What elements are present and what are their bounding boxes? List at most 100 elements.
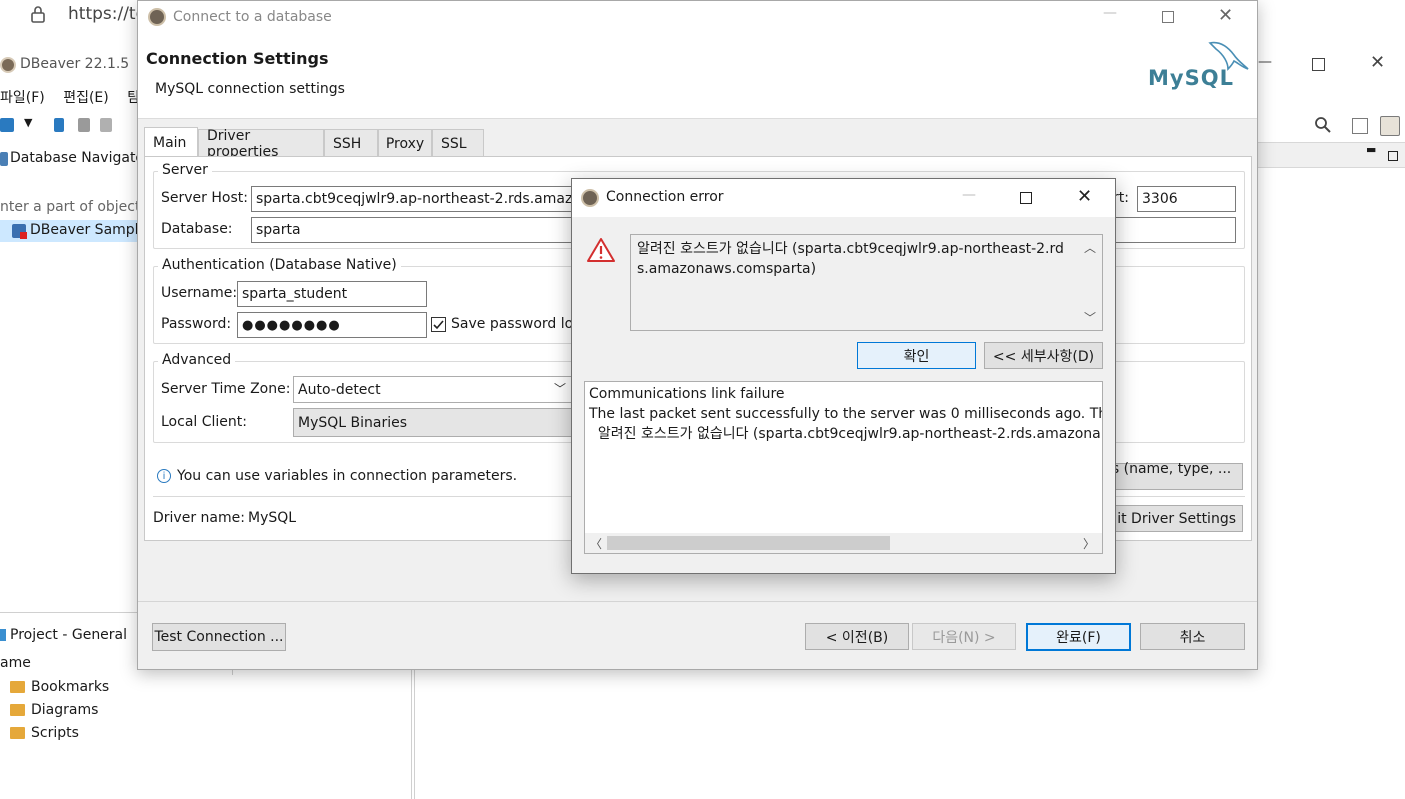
conn-dialog-title: Connect to a database	[173, 9, 332, 25]
tab-main-label: Main	[153, 134, 187, 151]
cancel-button[interactable]: 취소	[1140, 623, 1245, 650]
scroll-up-icon[interactable]: ︿	[1084, 239, 1096, 256]
warning-icon	[586, 237, 616, 263]
conn-header-title: Connection Settings	[146, 49, 329, 68]
conn-header-subtitle: MySQL connection settings	[155, 81, 345, 97]
conn-header-banner: Connection Settings MySQL connection set…	[138, 33, 1257, 119]
scroll-down-icon[interactable]: ﹀	[1084, 309, 1096, 326]
driver-details-button[interactable]: ls (name, type, ... )	[1107, 461, 1243, 493]
auth-group-title: Authentication (Database Native)	[158, 257, 401, 273]
dbeaver-toolbar: ▼	[0, 112, 140, 140]
disconnect-icon[interactable]	[78, 118, 90, 132]
err-minimize-icon[interactable]: —	[962, 187, 976, 203]
password-input[interactable]: ●●●●●●●●	[237, 312, 427, 338]
finish-button[interactable]: 완료(F)	[1026, 623, 1131, 651]
password-label: Password:	[161, 316, 232, 332]
menu-file[interactable]: 파일(F)	[0, 90, 45, 106]
error-overlay-icon	[20, 232, 27, 239]
variables-info-text: You can use variables in connection para…	[177, 468, 518, 484]
conn-minimize-icon[interactable]: —	[1103, 5, 1117, 21]
scroll-right-icon[interactable]: 〉	[1083, 535, 1095, 552]
err-close-icon[interactable]: ✕	[1077, 186, 1092, 207]
database-input-tail[interactable]	[1107, 217, 1236, 243]
perspective-icon[interactable]	[1352, 118, 1368, 134]
driver-name-value: MySQL	[248, 510, 297, 526]
dbeaver-maximize-icon[interactable]	[1312, 58, 1325, 71]
conn-maximize-icon[interactable]	[1162, 11, 1174, 23]
minimize-pane-icon[interactable]: ▬	[1366, 143, 1376, 156]
server-group-title: Server	[158, 162, 212, 178]
scripts-folder-icon	[10, 727, 25, 739]
project-panel-title[interactable]: Project - General	[10, 627, 127, 643]
timezone-select[interactable]: Auto-detect ﹀	[293, 376, 573, 403]
project-item-bookmarks[interactable]: Bookmarks	[31, 679, 109, 695]
conn-tab-strip: Main Driver properties SSH Proxy SSL	[144, 127, 1252, 160]
connection-error-dialog: Connection error — ✕ 알려진 호스트가 없습니다 (spar…	[571, 178, 1116, 574]
err-title-bar: Connection error — ✕	[572, 179, 1115, 217]
tab-driver-properties[interactable]: Driver properties	[198, 128, 324, 160]
edit-driver-settings-button[interactable]: dit Driver Settings	[1107, 505, 1243, 532]
err-dialog-title: Connection error	[606, 189, 724, 205]
ok-button[interactable]: 확인	[857, 342, 976, 369]
error-message-text: 알려진 호스트가 없습니다 (sparta.cbt9ceqjwlr9.ap-no…	[637, 241, 1064, 277]
menu-edit[interactable]: 편집(E)	[63, 90, 109, 106]
scroll-left-icon[interactable]: 〈	[590, 535, 602, 552]
connect-icon[interactable]	[54, 118, 64, 132]
database-label: Database:	[161, 221, 233, 237]
dbeaver-perspective-icon[interactable]	[1380, 116, 1400, 136]
maximize-pane-icon[interactable]	[1388, 151, 1398, 161]
horizontal-scrollbar[interactable]: 〈 〉	[585, 533, 1102, 553]
project-icon	[0, 629, 6, 641]
project-name-column[interactable]: ame	[0, 655, 31, 671]
port-input[interactable]: 3306	[1137, 186, 1236, 212]
dbeaver-close-icon[interactable]: ✕	[1370, 52, 1385, 73]
tab-proxy-label: Proxy	[385, 135, 425, 152]
database-input[interactable]: sparta	[251, 217, 581, 243]
dbeaver-logo-icon	[0, 57, 16, 73]
next-button[interactable]: 다음(N) >	[912, 623, 1016, 650]
tab-ssh-label: SSH	[333, 135, 362, 152]
local-client-select[interactable]: MySQL Binaries	[293, 408, 573, 437]
new-connection-icon[interactable]	[0, 118, 14, 132]
dbeaver-menubar: 파일(F) 편집(E) 탐색	[0, 87, 153, 107]
project-item-scripts[interactable]: Scripts	[31, 725, 79, 741]
search-icon[interactable]	[1314, 116, 1332, 134]
server-host-input[interactable]: sparta.cbt9ceqjwlr9.ap-northeast-2.rds.a…	[251, 186, 581, 212]
conn-title-bar: Connect to a database — ✕	[138, 1, 1257, 33]
project-item-diagrams[interactable]: Diagrams	[31, 702, 98, 718]
tab-proxy[interactable]: Proxy	[378, 129, 432, 157]
bookmarks-folder-icon	[10, 681, 25, 693]
error-details-box: Communications link failure The last pac…	[584, 381, 1103, 554]
dbeaver-logo-icon	[148, 8, 166, 26]
local-client-value: MySQL Binaries	[298, 414, 408, 431]
navigator-filter-input[interactable]: nter a part of object	[0, 199, 140, 215]
tree-item-dbeaver-sample[interactable]: DBeaver Sample	[30, 222, 147, 238]
details-line-3: 알려진 호스트가 없습니다 (sparta.cbt9ceqjwlr9.ap-no…	[589, 426, 1101, 442]
local-client-label: Local Client:	[161, 414, 247, 430]
lock-icon	[30, 5, 46, 23]
tab-main[interactable]: Main	[144, 127, 198, 157]
details-button[interactable]: << 세부사항(D)	[984, 342, 1103, 369]
dbeaver-minimize-icon[interactable]: —	[1258, 54, 1272, 70]
test-connection-button[interactable]: Test Connection ...	[152, 623, 286, 651]
username-input[interactable]: sparta_student	[237, 281, 427, 307]
scrollbar-thumb[interactable]	[607, 536, 890, 550]
timezone-label: Server Time Zone:	[161, 381, 291, 397]
diagrams-folder-icon	[10, 704, 25, 716]
mysql-logo: MySQL	[1148, 66, 1234, 90]
conn-close-icon[interactable]: ✕	[1218, 5, 1233, 26]
tab-ssl[interactable]: SSL	[432, 129, 484, 157]
disconnect-all-icon[interactable]	[100, 118, 112, 132]
username-label: Username:	[161, 285, 238, 301]
err-maximize-icon[interactable]	[1020, 192, 1032, 204]
chevron-down-icon[interactable]: ▼	[24, 116, 32, 129]
dbeaver-right-toolbar	[1310, 114, 1405, 140]
navigator-title[interactable]: Database Navigato	[10, 150, 144, 166]
back-button[interactable]: < 이전(B)	[805, 623, 909, 650]
save-password-checkbox[interactable]	[431, 317, 446, 332]
tab-ssh[interactable]: SSH	[324, 129, 378, 157]
details-line-1: Communications link failure	[589, 386, 785, 402]
browser-url[interactable]: https://te	[68, 4, 146, 24]
dbeaver-app-title: DBeaver 22.1.5	[20, 56, 130, 72]
database-navigator-panel: Database Navigato nter a part of object …	[0, 142, 147, 612]
